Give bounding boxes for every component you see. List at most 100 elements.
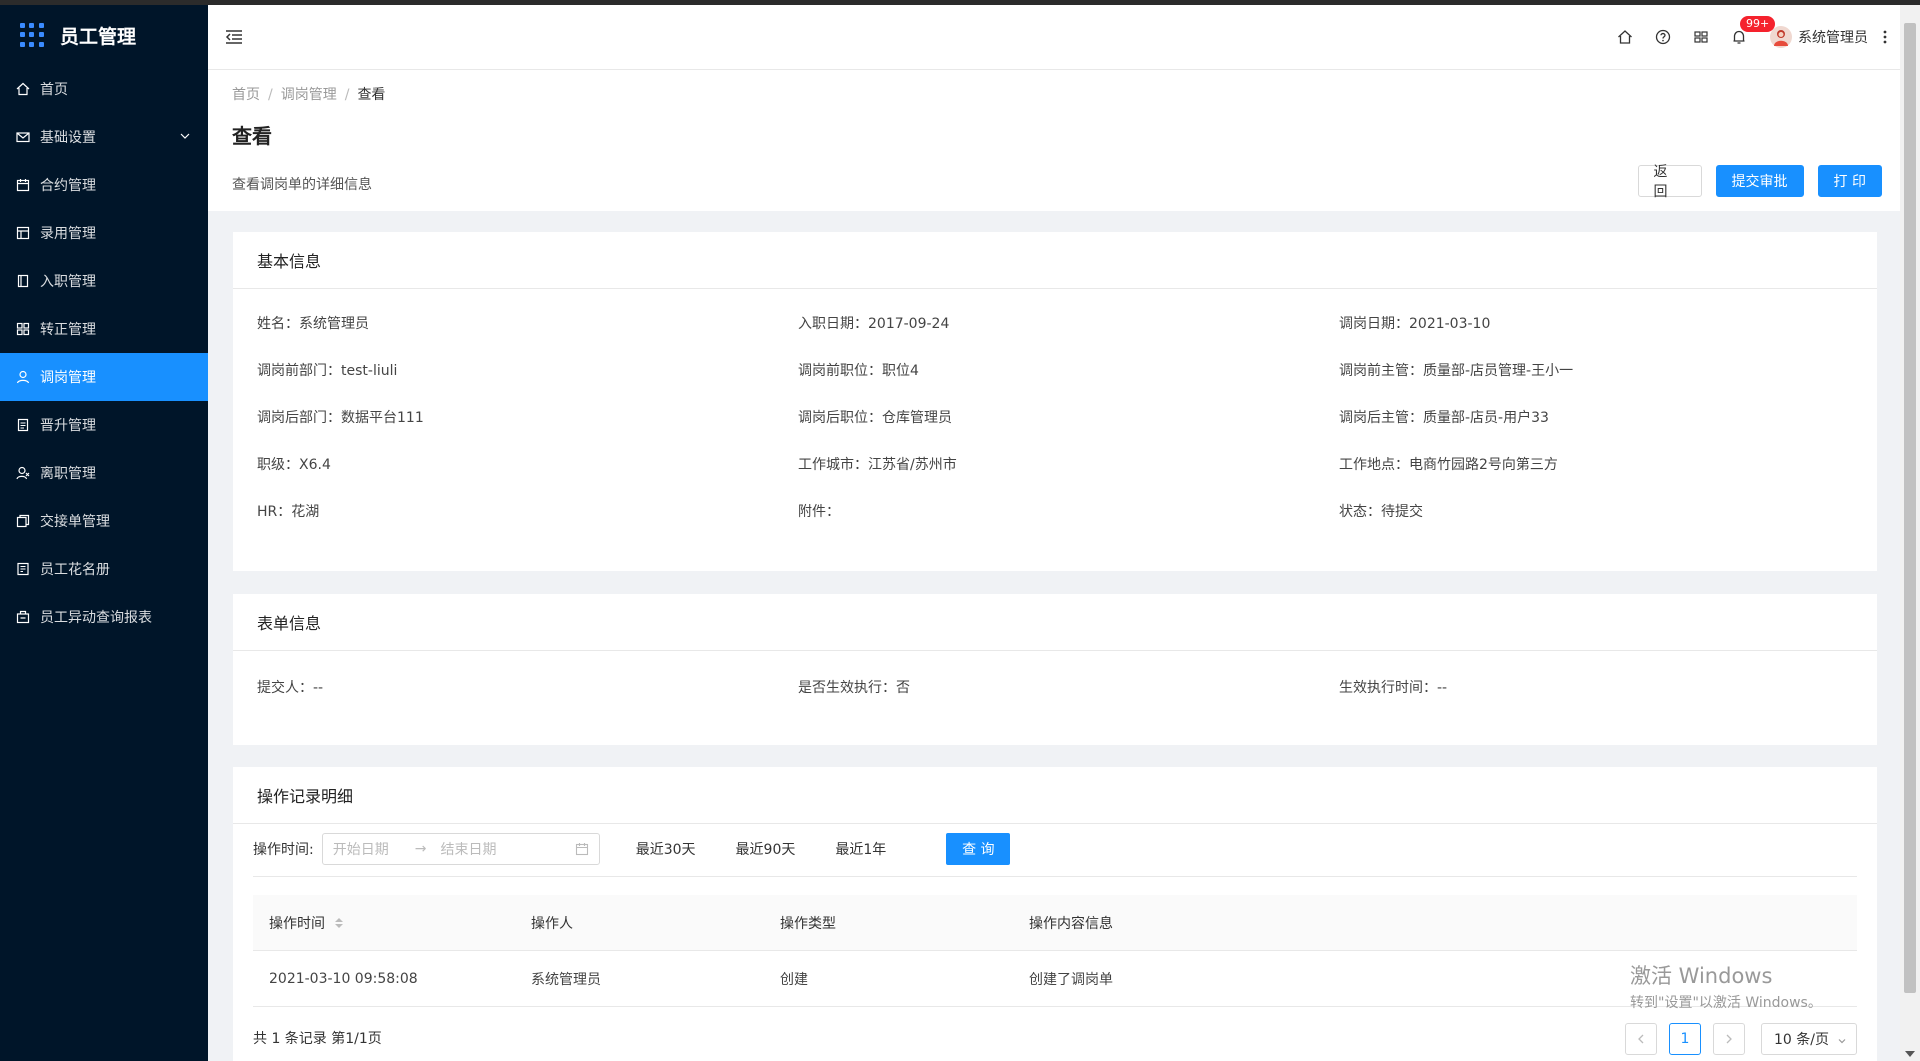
field-position-before: 调岗前职位：职位4 (798, 363, 919, 379)
menu-fold-icon[interactable] (224, 27, 244, 47)
sidebar-item-onboarding[interactable]: 入职管理 (0, 257, 208, 305)
watermark-line2: 转到"设置"以激活 Windows。 (1630, 995, 1822, 1011)
apps-grid-icon (20, 23, 44, 47)
sidebar-item-contract[interactable]: 合约管理 (0, 161, 208, 209)
sidebar-item-label: 晋升管理 (40, 418, 96, 434)
date-range-picker[interactable]: 开始日期 → 结束日期 (321, 833, 600, 865)
field-position-after: 调岗后职位：仓库管理员 (798, 410, 952, 426)
sidebar-item-label: 员工花名册 (40, 562, 110, 578)
more-icon[interactable] (1882, 29, 1888, 45)
field-effective-time: 生效执行时间：-- (1339, 680, 1448, 696)
field-manager-after: 调岗后主管：质量部-店员-用户33 (1339, 410, 1549, 426)
start-date-input[interactable]: 开始日期 (333, 839, 389, 859)
sidebar-item-label: 离职管理 (40, 466, 96, 482)
book-icon (16, 274, 30, 288)
sidebar: 员工管理 首页 基础设置 合约管理 录用管理 入职管理 转正管理 调岗管理 晋升… (0, 5, 208, 1061)
quick-range-90d[interactable]: 最近90天 (736, 839, 796, 859)
user-icon (16, 370, 30, 384)
sidebar-item-label: 录用管理 (40, 226, 96, 242)
page-description: 查看调岗单的详细信息 (232, 177, 372, 193)
top-header: 99+ 系统管理员 (208, 5, 1900, 70)
bell-icon[interactable]: 99+ (1720, 16, 1776, 52)
breadcrumb-home[interactable]: 首页 (232, 87, 260, 103)
field-name: 姓名：系统管理员 (257, 316, 369, 332)
field-work-city: 工作城市：江苏省/苏州市 (798, 457, 957, 473)
sidebar-item-hiring[interactable]: 录用管理 (0, 209, 208, 257)
card-title: 基本信息 (233, 232, 1877, 289)
copy-icon (16, 514, 30, 528)
vertical-scrollbar[interactable] (1900, 5, 1920, 1061)
operation-filter: 操作时间: 开始日期 → 结束日期 最近30天 最近90天 最近1年 查 询 (253, 833, 1011, 865)
scrollbar-thumb[interactable] (1904, 23, 1916, 993)
page-number[interactable]: 1 (1669, 1023, 1701, 1055)
user-avatar-icon (1774, 30, 1788, 46)
back-button[interactable]: 返 回 (1637, 164, 1702, 200)
scroll-down-arrow-icon[interactable] (1905, 1051, 1915, 1057)
calendar-icon (16, 178, 30, 192)
page-actions: 返 回 提交审批 打 印 (1637, 164, 1882, 200)
filter-label: 操作时间: (253, 842, 314, 858)
field-manager-before: 调岗前主管：质量部-店员管理-王小一 (1339, 363, 1574, 379)
mail-icon (16, 130, 30, 144)
breadcrumb-transfer[interactable]: 调岗管理 (281, 87, 337, 103)
column-header-content: 操作内容信息 (1029, 915, 1113, 932)
sidebar-item-home[interactable]: 首页 (0, 65, 208, 113)
next-page-button[interactable] (1713, 1023, 1745, 1055)
quick-range-1y[interactable]: 最近1年 (835, 839, 886, 859)
sidebar-item-label: 调岗管理 (40, 370, 96, 386)
home-icon (16, 82, 30, 96)
pagination: 1 10 条/页 (1625, 1023, 1857, 1055)
field-transfer-date: 调岗日期：2021-03-10 (1339, 316, 1491, 332)
page-size-value: 10 条/页 (1774, 1032, 1829, 1048)
sidebar-item-basic-settings[interactable]: 基础设置 (0, 113, 208, 161)
avatar[interactable] (1770, 26, 1792, 48)
watermark-line1: 激活 Windows (1630, 964, 1773, 988)
arrow-right-icon: → (414, 841, 427, 857)
page-size-select[interactable]: 10 条/页 (1761, 1023, 1857, 1055)
calendar-icon (575, 843, 588, 856)
end-date-input[interactable]: 结束日期 (440, 839, 496, 859)
sort-icon[interactable] (335, 917, 343, 928)
form-info-card: 表单信息 提交人：-- 是否生效执行：否 生效执行时间：-- (233, 594, 1877, 745)
sidebar-item-label: 员工异动查询报表 (40, 610, 152, 626)
cell-type: 创建 (780, 971, 808, 988)
sidebar-item-handover[interactable]: 交接单管理 (0, 497, 208, 545)
field-entry-date: 入职日期：2017-09-24 (798, 316, 950, 332)
prev-page-button[interactable] (1625, 1023, 1657, 1055)
breadcrumb-separator: / (268, 87, 273, 103)
card-title: 操作记录明细 (233, 767, 1877, 824)
column-header-label: 操作时间 (269, 915, 325, 932)
user-leave-icon (16, 466, 30, 480)
help-icon[interactable] (1644, 22, 1682, 52)
sidebar-item-label: 交接单管理 (40, 514, 110, 530)
query-button[interactable]: 查 询 (946, 833, 1011, 865)
grid-icon (16, 322, 30, 336)
report-icon (16, 610, 30, 624)
field-hr: HR：花湖 (257, 504, 320, 520)
username[interactable]: 系统管理员 (1798, 27, 1868, 47)
sidebar-menu: 首页 基础设置 合约管理 录用管理 入职管理 转正管理 调岗管理 晋升管理 离职… (0, 65, 208, 641)
table-row: 2021-03-10 09:58:08 系统管理员 创建 创建了调岗单 (253, 951, 1857, 1007)
field-attachment: 附件： (798, 504, 840, 520)
sidebar-item-transfer[interactable]: 调岗管理 (0, 353, 208, 401)
sidebar-item-regularization[interactable]: 转正管理 (0, 305, 208, 353)
sidebar-item-change-report[interactable]: 员工异动查询报表 (0, 593, 208, 641)
windows-activation-watermark: 激活 Windows 转到"设置"以激活 Windows。 (1630, 960, 1822, 1012)
apps-icon[interactable] (1682, 22, 1720, 52)
sidebar-item-resignation[interactable]: 离职管理 (0, 449, 208, 497)
sidebar-item-promotion[interactable]: 晋升管理 (0, 401, 208, 449)
sidebar-item-roster[interactable]: 员工花名册 (0, 545, 208, 593)
chevron-down-icon (1838, 1039, 1846, 1044)
print-button[interactable]: 打 印 (1817, 165, 1882, 197)
total-records: 共 1 条记录 第1/1页 (253, 1031, 382, 1047)
basic-info-card: 基本信息 姓名：系统管理员 入职日期：2017-09-24 调岗日期：2021-… (233, 232, 1877, 571)
quick-range-30d[interactable]: 最近30天 (636, 839, 696, 859)
operation-log-card: 操作记录明细 操作时间: 开始日期 → 结束日期 最近30天 最近90天 最近1… (233, 767, 1877, 1061)
app-logo[interactable]: 员工管理 (0, 5, 208, 65)
divider (253, 876, 1857, 877)
sidebar-item-label: 转正管理 (40, 322, 96, 338)
home-icon[interactable] (1606, 22, 1644, 52)
column-header-time[interactable]: 操作时间 (253, 913, 531, 933)
field-status: 状态：待提交 (1339, 504, 1423, 520)
submit-approval-button[interactable]: 提交审批 (1715, 165, 1804, 197)
